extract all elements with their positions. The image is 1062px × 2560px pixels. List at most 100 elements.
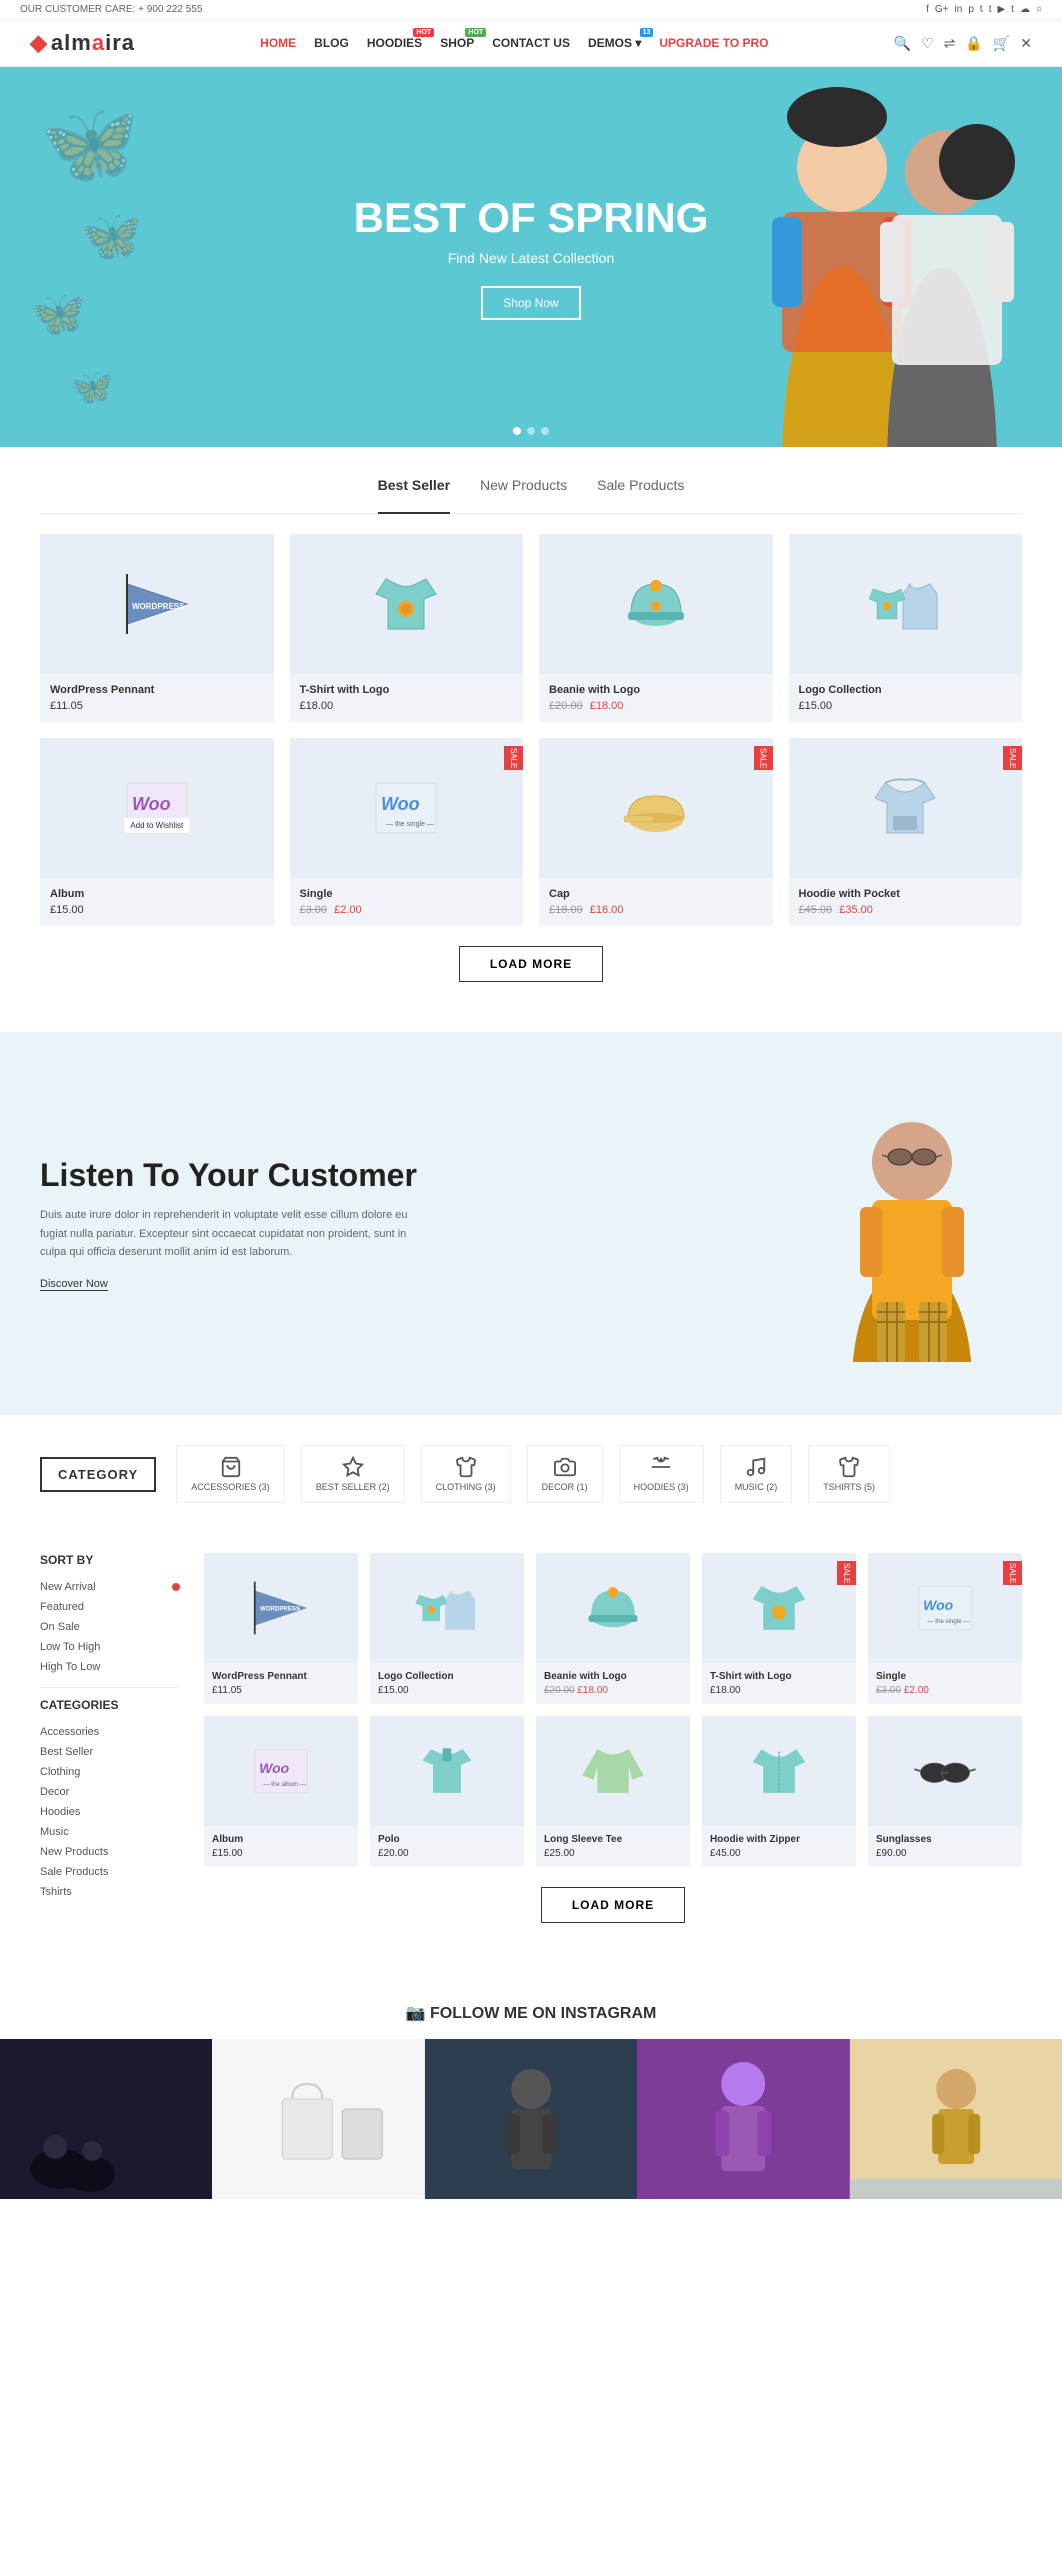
shop-load-more-button[interactable]: LOAD MORE: [541, 1887, 685, 1923]
load-more-button[interactable]: LOAD MORE: [459, 946, 603, 982]
shop-product-image: WORDPRESS: [204, 1553, 358, 1663]
add-to-wishlist-link[interactable]: Add to Wishlist: [130, 821, 183, 830]
shop-product-price: £3.00 £2.00: [876, 1685, 1014, 1696]
pinterest-icon[interactable]: p: [968, 4, 974, 15]
category-tab-decor[interactable]: DECOR (1): [527, 1445, 603, 1503]
cat-new-products[interactable]: New Products: [40, 1842, 180, 1862]
nav-home[interactable]: HOME: [260, 36, 296, 50]
instagram-section: 📷 FOLLOW ME ON INSTAGRAM: [0, 1973, 1062, 2229]
sale-badge: SALE: [1003, 1561, 1022, 1585]
beanie-image: [616, 564, 696, 644]
hero-content: BEST OF SPRING Find New Latest Collectio…: [354, 194, 709, 320]
product-image: [539, 534, 773, 674]
shop-product-name: Polo: [378, 1834, 516, 1845]
demos-badge: 13: [640, 28, 654, 37]
nav-upgrade[interactable]: UPGRADE TO PRO: [659, 36, 768, 50]
category-tab-tshirts[interactable]: TSHIRTS (5): [808, 1445, 890, 1503]
cat-tshirts[interactable]: Tshirts: [40, 1882, 180, 1902]
shop-collection-img: [412, 1573, 482, 1643]
instagram-photo-3: [425, 2039, 637, 2199]
shop-product-price: £20.00: [378, 1848, 516, 1859]
category-tab-hoodies[interactable]: HOODIES (3): [619, 1445, 704, 1503]
compare-icon[interactable]: ⇌: [944, 35, 956, 52]
product-price: £15.00: [799, 700, 1013, 712]
shop-product-image: [536, 1716, 690, 1826]
cat-decor[interactable]: Decor: [40, 1782, 180, 1802]
hero-cta-button[interactable]: Shop Now: [481, 286, 580, 320]
category-tab-accessories[interactable]: ACCESSORIES (3): [176, 1445, 285, 1503]
linkedin-icon[interactable]: in: [955, 4, 963, 15]
product-card: SALE Hoodie with Pocket £45.00 £35.00: [789, 738, 1023, 926]
shop-product-image: [370, 1716, 524, 1826]
instagram-item[interactable]: [0, 2039, 212, 2199]
cat-sale-products[interactable]: Sale Products: [40, 1862, 180, 1882]
category-tab-clothing[interactable]: CLOTHING (3): [421, 1445, 511, 1503]
shop-product-card: Hoodie with Zipper £45.00: [702, 1716, 856, 1867]
soundcloud-icon[interactable]: ☁: [1020, 4, 1030, 15]
logo[interactable]: ◆ almaira: [30, 30, 135, 56]
discover-link[interactable]: Discover Now: [40, 1278, 108, 1291]
hero-dot-3[interactable]: [541, 427, 549, 435]
close-icon[interactable]: ✕: [1020, 35, 1032, 52]
cat-accessories[interactable]: Accessories: [40, 1722, 180, 1742]
tumblr-icon[interactable]: t: [989, 4, 992, 15]
single-image: Woo — the single —: [366, 768, 446, 848]
category-tab-bestseller[interactable]: BEST SELLER (2): [301, 1445, 405, 1503]
hero-dot-1[interactable]: [513, 427, 521, 435]
nav-blog[interactable]: BLOG: [314, 36, 349, 50]
nav-demos[interactable]: DEMOS 13 ▾: [588, 36, 641, 50]
spotify-icon[interactable]: ○: [1036, 4, 1042, 15]
hero-dot-2[interactable]: [527, 427, 535, 435]
twitter-icon[interactable]: t: [980, 4, 983, 15]
sort-on-sale[interactable]: On Sale: [40, 1617, 180, 1637]
category-tab-music[interactable]: MUSIC (2): [720, 1445, 793, 1503]
product-price: £11.05: [50, 700, 264, 712]
shop-single-img: Woo — the single —: [910, 1573, 980, 1643]
sort-low-high[interactable]: Low To High: [40, 1637, 180, 1657]
instagram-item[interactable]: [425, 2039, 637, 2199]
nav-hoodies[interactable]: HOODIES HOT: [367, 36, 422, 50]
shop-product-price: £20.00 £18.00: [544, 1685, 682, 1696]
shop-product-info: Single £3.00 £2.00: [868, 1663, 1022, 1704]
clothing-icon: [455, 1456, 477, 1478]
product-card: Logo Collection £15.00: [789, 534, 1023, 722]
tab-best-seller[interactable]: Best Seller: [378, 477, 450, 514]
instagram-item[interactable]: [637, 2039, 849, 2199]
product-info: Single £3.00 £2.00: [290, 878, 524, 926]
instagram-photo-2: [212, 2039, 424, 2199]
search-icon[interactable]: 🔍: [894, 35, 911, 52]
shop-product-card: Woo — the album — Album £15.00: [204, 1716, 358, 1867]
instagram-photo-1: [0, 2039, 212, 2199]
instagram-item[interactable]: [212, 2039, 424, 2199]
tab-sale-products[interactable]: Sale Products: [597, 477, 684, 501]
lock-icon[interactable]: 🔒: [965, 35, 982, 52]
nav-shop[interactable]: SHOP HOT: [440, 36, 474, 50]
wishlist-icon[interactable]: ♡: [921, 35, 934, 52]
sale-badge: SALE: [504, 746, 523, 770]
product-price: £45.00 £35.00: [799, 904, 1013, 916]
product-price: £18.00: [300, 700, 514, 712]
hero-banner: 🦋 🦋 🦋 🦋 BEST OF SPRING Find New Latest C…: [0, 67, 1062, 447]
cart-icon[interactable]: 🛒: [993, 35, 1010, 52]
product-info: Hoodie with Pocket £45.00 £35.00: [789, 878, 1023, 926]
cat-clothing[interactable]: Clothing: [40, 1762, 180, 1782]
tshirt-icon: [838, 1456, 860, 1478]
butterfly-icon-1: 🦋: [40, 97, 140, 191]
shop-section: SORT BY New Arrival Featured On Sale Low…: [0, 1553, 1062, 1973]
gplus-icon[interactable]: G+: [935, 4, 949, 15]
tab-new-products[interactable]: New Products: [480, 477, 567, 501]
sort-high-low[interactable]: High To Low: [40, 1657, 180, 1677]
youtube-icon[interactable]: ▶: [997, 4, 1005, 15]
hero-model-svg: [682, 87, 1062, 447]
sort-new-arrival[interactable]: New Arrival: [40, 1577, 180, 1597]
sort-featured[interactable]: Featured: [40, 1597, 180, 1617]
vine-icon[interactable]: t: [1011, 4, 1014, 15]
cat-best-seller[interactable]: Best Seller: [40, 1742, 180, 1762]
fb-icon[interactable]: f: [926, 4, 929, 15]
instagram-item[interactable]: [850, 2039, 1062, 2199]
header-icons: 🔍 ♡ ⇌ 🔒 🛒 ✕: [894, 35, 1032, 52]
nav-contact[interactable]: CONTACT US: [492, 36, 570, 50]
product-quick-actions: Add to Wishlist: [124, 818, 189, 833]
cat-music[interactable]: Music: [40, 1822, 180, 1842]
cat-hoodies[interactable]: Hoodies: [40, 1802, 180, 1822]
